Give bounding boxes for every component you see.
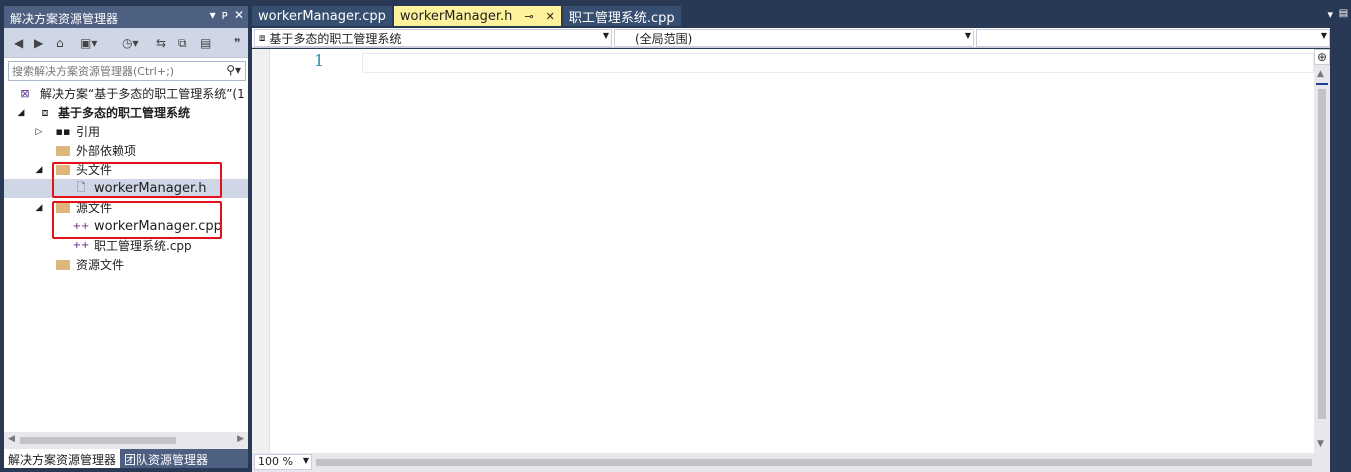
chevron-down-icon: ▼ [964,31,971,40]
cpp-file-icon: ++ [72,240,90,251]
tree-item-resource-files[interactable]: 资源文件 [4,255,248,274]
tree-item-label: 职工管理系统.cpp [94,239,192,253]
scroll-right-icon[interactable]: ▶ [237,434,244,444]
project-dropdown[interactable]: ⧈ 基于多态的职工管理系统 ▼ [254,29,612,47]
navigation-bar: ⧈ 基于多态的职工管理系统 ▼ (全局范围) ▼ ▼ [252,28,1330,48]
pin-icon[interactable]: ⊸ [524,10,533,23]
code-editor[interactable]: 1 [252,49,1314,453]
collapse-icon[interactable]: ◢ [34,203,44,213]
editor-bottom-bar: 100 % ▼ [252,453,1330,472]
scroll-position-marker [1316,83,1328,85]
solution-explorer-toolbar: ◀ ▶ ⌂ ▣▾ ◷▾ ⇆ ⧉ ▤ ❞ [4,28,248,58]
zoom-value: 100 % [258,455,293,468]
scroll-down-icon[interactable]: ▼ [1317,439,1324,449]
tab-workermanager-cpp[interactable]: workerManager.cpp [252,6,392,26]
solution-explorer-panel: 解决方案资源管理器 ▾ ᴘ ✕ ◀ ▶ ⌂ ▣▾ ◷▾ ⇆ ⧉ ▤ ❞ ⚲▾ ⊠… [4,6,248,468]
solution-horizontal-scrollbar[interactable]: ◀ ▶ [4,432,248,449]
current-line-highlight[interactable] [362,53,1314,73]
horizontal-scroll-thumb[interactable] [316,459,1312,466]
folder-icon [56,258,70,272]
solution-explorer-title: 解决方案资源管理器 [10,12,119,26]
line-number: 1 [314,51,325,70]
solution-icon: ⊠ [20,87,30,100]
side-tool-icon[interactable]: ▤ [1338,8,1349,19]
sync-icon[interactable]: ⇆ [156,34,166,52]
search-icon[interactable]: ⚲▾ [226,63,241,77]
tree-item-references[interactable]: ▷ ▪▪ 引用 [4,122,248,141]
document-area: workerManager.cpp workerManager.h ⊸ ✕ 职工… [252,6,1337,472]
close-tab-icon[interactable]: ✕ [546,10,555,23]
scroll-thumb[interactable] [20,437,176,444]
solution-explorer-titlebar: 解决方案资源管理器 ▾ ᴘ ✕ [4,6,248,28]
back-icon[interactable]: ◀ [14,34,23,52]
home-icon[interactable]: ⌂ [56,34,64,52]
tab-label: workerManager.cpp [258,8,386,24]
project-icon: ⧈ [259,32,266,44]
split-editor-icon[interactable]: ⊕ [1314,49,1330,65]
collapse-icon[interactable]: ◢ [34,165,44,175]
tree-item-label: 引用 [76,125,101,139]
more-icon[interactable]: ❞ [234,34,240,52]
tab-overflow-icon[interactable]: ▾ [1327,8,1333,21]
show-all-files-icon[interactable]: ▤ [200,34,211,52]
tab-team-explorer[interactable]: 团队资源管理器 [120,449,212,468]
tree-item-label: 外部依赖项 [76,144,137,158]
tree-item-external-deps[interactable]: 外部依赖项 [4,141,248,160]
scroll-left-icon[interactable]: ◀ [8,434,15,444]
chevron-down-icon: ▼ [1320,31,1327,40]
pin-icon[interactable]: ᴘ [222,8,228,22]
zoom-dropdown[interactable]: 100 % ▼ [254,454,312,470]
tab-main-cpp[interactable]: 职工管理系统.cpp [562,6,681,26]
member-dropdown[interactable]: ▼ [976,29,1330,47]
solution-explorer-bottom-tabs: 解决方案资源管理器 团队资源管理器 [4,449,248,468]
tab-workermanager-h[interactable]: workerManager.h ⊸ ✕ [393,6,561,26]
project-dropdown-value: 基于多态的职工管理系统 [269,31,402,46]
editor-vertical-scrollbar[interactable]: ⊕ ▲ ▼ [1314,49,1330,453]
solution-search-box[interactable]: ⚲▾ [8,61,246,81]
folder-icon [56,144,70,158]
expand-icon[interactable]: ▷ [34,127,44,137]
tab-label: 职工管理系统.cpp [568,10,675,26]
forward-icon[interactable]: ▶ [34,34,43,52]
highlight-box-header [52,162,222,198]
close-icon[interactable]: ✕ [234,8,244,22]
references-icon: ▪▪ [55,125,71,138]
chevron-down-icon: ▼ [602,31,609,40]
scroll-thumb[interactable] [1318,89,1326,419]
tab-label: workerManager.h [399,8,513,24]
tree-item-project[interactable]: ◢ ⧈ 基于多态的职工管理系统 [4,103,248,122]
switch-view-icon[interactable]: ▣▾ [80,34,97,52]
history-icon[interactable]: ◷▾ [122,34,139,52]
highlight-box-source [52,201,222,239]
tab-solution-explorer[interactable]: 解决方案资源管理器 [4,449,121,468]
right-tool-strip: ▤ [1337,0,1351,472]
scroll-up-icon[interactable]: ▲ [1317,69,1324,79]
collapse-icon[interactable]: ◢ [16,108,26,118]
tree-item-label: 解决方案“基于多态的职工管理系统”(1 [40,87,245,101]
tree-item-label: 资源文件 [76,258,125,272]
project-icon: ⧈ [41,105,49,119]
tree-item-label: 基于多态的职工管理系统 [58,106,191,120]
document-tab-strip: workerManager.cpp workerManager.h ⊸ ✕ 职工… [252,6,1337,26]
scope-dropdown[interactable]: (全局范围) ▼ [614,29,974,47]
tree-item-solution[interactable]: ⊠ 解决方案“基于多态的职工管理系统”(1 [4,84,248,103]
collapse-all-icon[interactable]: ⧉ [178,34,187,52]
dropdown-icon[interactable]: ▾ [210,8,216,22]
chevron-down-icon: ▼ [302,456,309,465]
scope-dropdown-value: (全局范围) [635,31,693,46]
editor-gutter [252,49,270,453]
solution-search-input[interactable] [9,62,209,80]
solution-tree: ⊠ 解决方案“基于多态的职工管理系统”(1 ◢ ⧈ 基于多态的职工管理系统 ▷ … [4,84,248,432]
